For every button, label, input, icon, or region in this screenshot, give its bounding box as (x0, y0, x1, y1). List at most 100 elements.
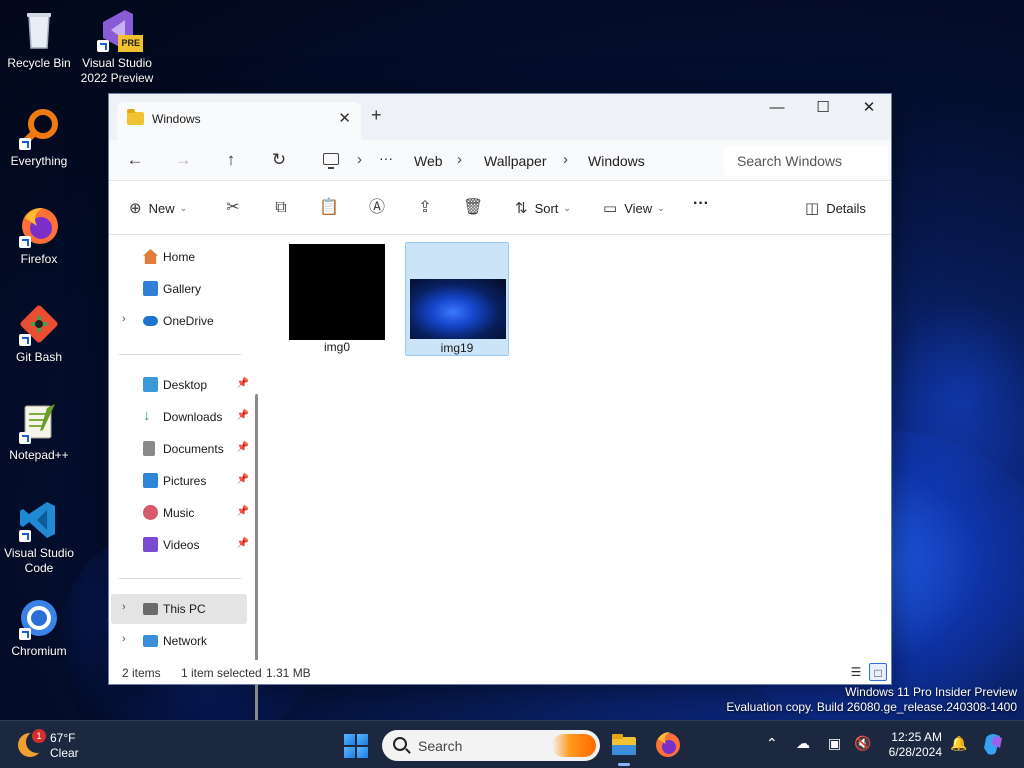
chevron-right-icon[interactable]: › (122, 313, 126, 325)
chevron-up-icon[interactable]: ⌃ (766, 735, 778, 752)
cut-icon[interactable]: ✂ (221, 197, 245, 221)
shortcut-arrow-icon (19, 432, 31, 444)
sidebar-item-gallery[interactable]: Gallery (111, 274, 247, 304)
image-thumbnail (289, 244, 385, 340)
sort-icon: ⇅ (515, 200, 528, 217)
taskbar-search[interactable]: Search (382, 730, 600, 761)
sidebar-item-home[interactable]: Home (111, 242, 247, 272)
sidebar-item-label: Home (163, 250, 196, 264)
selection-count: 1 item selected (181, 666, 262, 680)
taskbar-firefox[interactable] (650, 727, 686, 763)
desktop-icon-visual-studio-preview[interactable]: PRE Visual Studio 2022 Preview (78, 8, 156, 86)
search-icon (393, 737, 407, 751)
search-highlight-icon (552, 734, 596, 757)
up-button[interactable]: ↑ (217, 148, 245, 172)
breadcrumb-separator: › (563, 151, 568, 168)
file-explorer-window[interactable]: Windows ✕ + — ☐ ✕ ← → ↑ ↻ › ··· Web › Wa… (108, 93, 892, 754)
maximize-button[interactable]: ☐ (800, 94, 846, 124)
details-view-icon[interactable]: ☰ (847, 663, 865, 681)
desktop-icon-recycle-bin[interactable]: Recycle Bin (0, 8, 78, 71)
copilot-icon[interactable] (982, 732, 1006, 759)
search-box[interactable] (724, 146, 888, 176)
close-window-button[interactable]: ✕ (846, 94, 892, 124)
minimize-button[interactable]: — (754, 94, 800, 124)
build-watermark: Windows 11 Pro Insider Preview Evaluatio… (726, 685, 1017, 715)
divider (119, 578, 241, 579)
breadcrumb[interactable]: › ··· Web › Wallpaper › Windows (317, 148, 715, 174)
rename-icon[interactable]: Ⓐ (365, 197, 389, 221)
sidebar-item-desktop[interactable]: Desktop 📌 (111, 370, 249, 400)
chevron-right-icon[interactable]: › (122, 633, 126, 645)
network-icon[interactable]: ▣ (828, 735, 841, 752)
desktop-icon-vscode[interactable]: Visual Studio Code (0, 498, 78, 576)
firefox-icon (656, 732, 680, 757)
sidebar-item-music[interactable]: Music 📌 (111, 498, 249, 528)
refresh-button[interactable]: ↻ (265, 148, 293, 172)
temperature: 67°F (50, 731, 76, 745)
copy-icon[interactable]: ⧉ (269, 197, 293, 221)
sidebar-item-pictures[interactable]: Pictures 📌 (111, 466, 249, 496)
view-button[interactable]: ▭ View ⌄ (603, 199, 665, 217)
title-bar[interactable]: Windows ✕ + — ☐ ✕ (109, 94, 891, 140)
back-button[interactable]: ← (121, 148, 149, 172)
file-list[interactable]: img0 img19 (265, 236, 891, 662)
new-tab-button[interactable]: + (371, 105, 382, 126)
shortcut-arrow-icon (19, 236, 31, 248)
view-button-label: View (624, 200, 653, 216)
breadcrumb-wallpaper[interactable]: Wallpaper (484, 153, 547, 169)
start-button[interactable] (344, 734, 368, 758)
tab-windows[interactable]: Windows ✕ (117, 102, 361, 140)
breadcrumb-web[interactable]: Web (414, 153, 443, 169)
new-button[interactable]: ⊕ New ⌄ (129, 199, 187, 217)
sidebar-item-onedrive[interactable]: › OneDrive (111, 306, 247, 336)
image-thumbnail (410, 279, 506, 339)
cloud-offline-icon[interactable]: ☁ (796, 735, 810, 752)
share-icon[interactable]: ⇪ (413, 197, 437, 221)
desktop-icon-label: Visual Studio 2022 Preview (80, 56, 154, 85)
file-item-img19[interactable]: img19 (405, 242, 509, 356)
breadcrumb-windows[interactable]: Windows (588, 153, 645, 169)
visual-studio-icon: PRE (95, 8, 143, 52)
desktop-icon-firefox[interactable]: Firefox (0, 204, 78, 267)
sidebar-item-downloads[interactable]: ↓ Downloads 📌 (111, 402, 249, 432)
sidebar-item-this-pc[interactable]: › This PC (111, 594, 247, 624)
sidebar-item-videos[interactable]: Videos 📌 (111, 530, 249, 560)
large-icons-view-icon[interactable]: □ (869, 663, 887, 681)
details-button[interactable]: ◫ Details (805, 199, 866, 217)
weather-widget[interactable]: 1 67°F Clear (18, 729, 108, 761)
search-input[interactable] (724, 146, 874, 176)
forward-button[interactable]: → (169, 148, 197, 172)
item-count: 2 items (122, 666, 161, 680)
clock[interactable]: 12:25 AM 6/28/2024 (882, 730, 942, 760)
volume-muted-icon[interactable]: 🔇 (854, 735, 871, 752)
paste-icon[interactable]: 📋 (317, 197, 341, 221)
chevron-right-icon[interactable]: › (122, 601, 126, 613)
watermark-line-2: Evaluation copy. Build 26080.ge_release.… (726, 700, 1017, 714)
breadcrumb-separator: › (357, 151, 362, 168)
desktop-icon-git-bash[interactable]: Git Bash (0, 302, 78, 365)
desktop-icon-everything[interactable]: Everything (0, 106, 78, 169)
taskbar-file-explorer[interactable] (606, 727, 642, 766)
chromium-icon (17, 596, 61, 640)
breadcrumb-more[interactable]: ··· (379, 150, 393, 166)
download-icon: ↓ (143, 407, 151, 424)
computer-icon[interactable] (323, 153, 339, 169)
sidebar-item-network[interactable]: › Network (111, 626, 247, 656)
delete-icon[interactable]: 🗑 (461, 197, 485, 221)
folder-icon (127, 109, 144, 125)
desktop-icon-notepad-plus-plus[interactable]: Notepad++ (0, 400, 78, 463)
shortcut-arrow-icon (19, 530, 31, 542)
desktop-icon-label: Firefox (20, 252, 58, 266)
sidebar-item-label: Music (163, 506, 195, 520)
desktop-icon-chromium[interactable]: Chromium (0, 596, 78, 659)
plus-circle-icon: ⊕ (129, 200, 142, 217)
wallpaper-bloom (880, 300, 1024, 500)
sort-button[interactable]: ⇅ Sort ⌄ (515, 199, 571, 217)
file-item-img0[interactable]: img0 (285, 242, 389, 356)
sidebar-item-documents[interactable]: Documents 📌 (111, 434, 249, 464)
tab-close-icon[interactable]: ✕ (338, 109, 351, 127)
notification-bell-icon[interactable]: 🔔 (950, 735, 967, 752)
scrollbar[interactable] (255, 394, 258, 754)
computer-icon (143, 603, 158, 615)
more-options-button[interactable]: ··· (693, 195, 709, 213)
